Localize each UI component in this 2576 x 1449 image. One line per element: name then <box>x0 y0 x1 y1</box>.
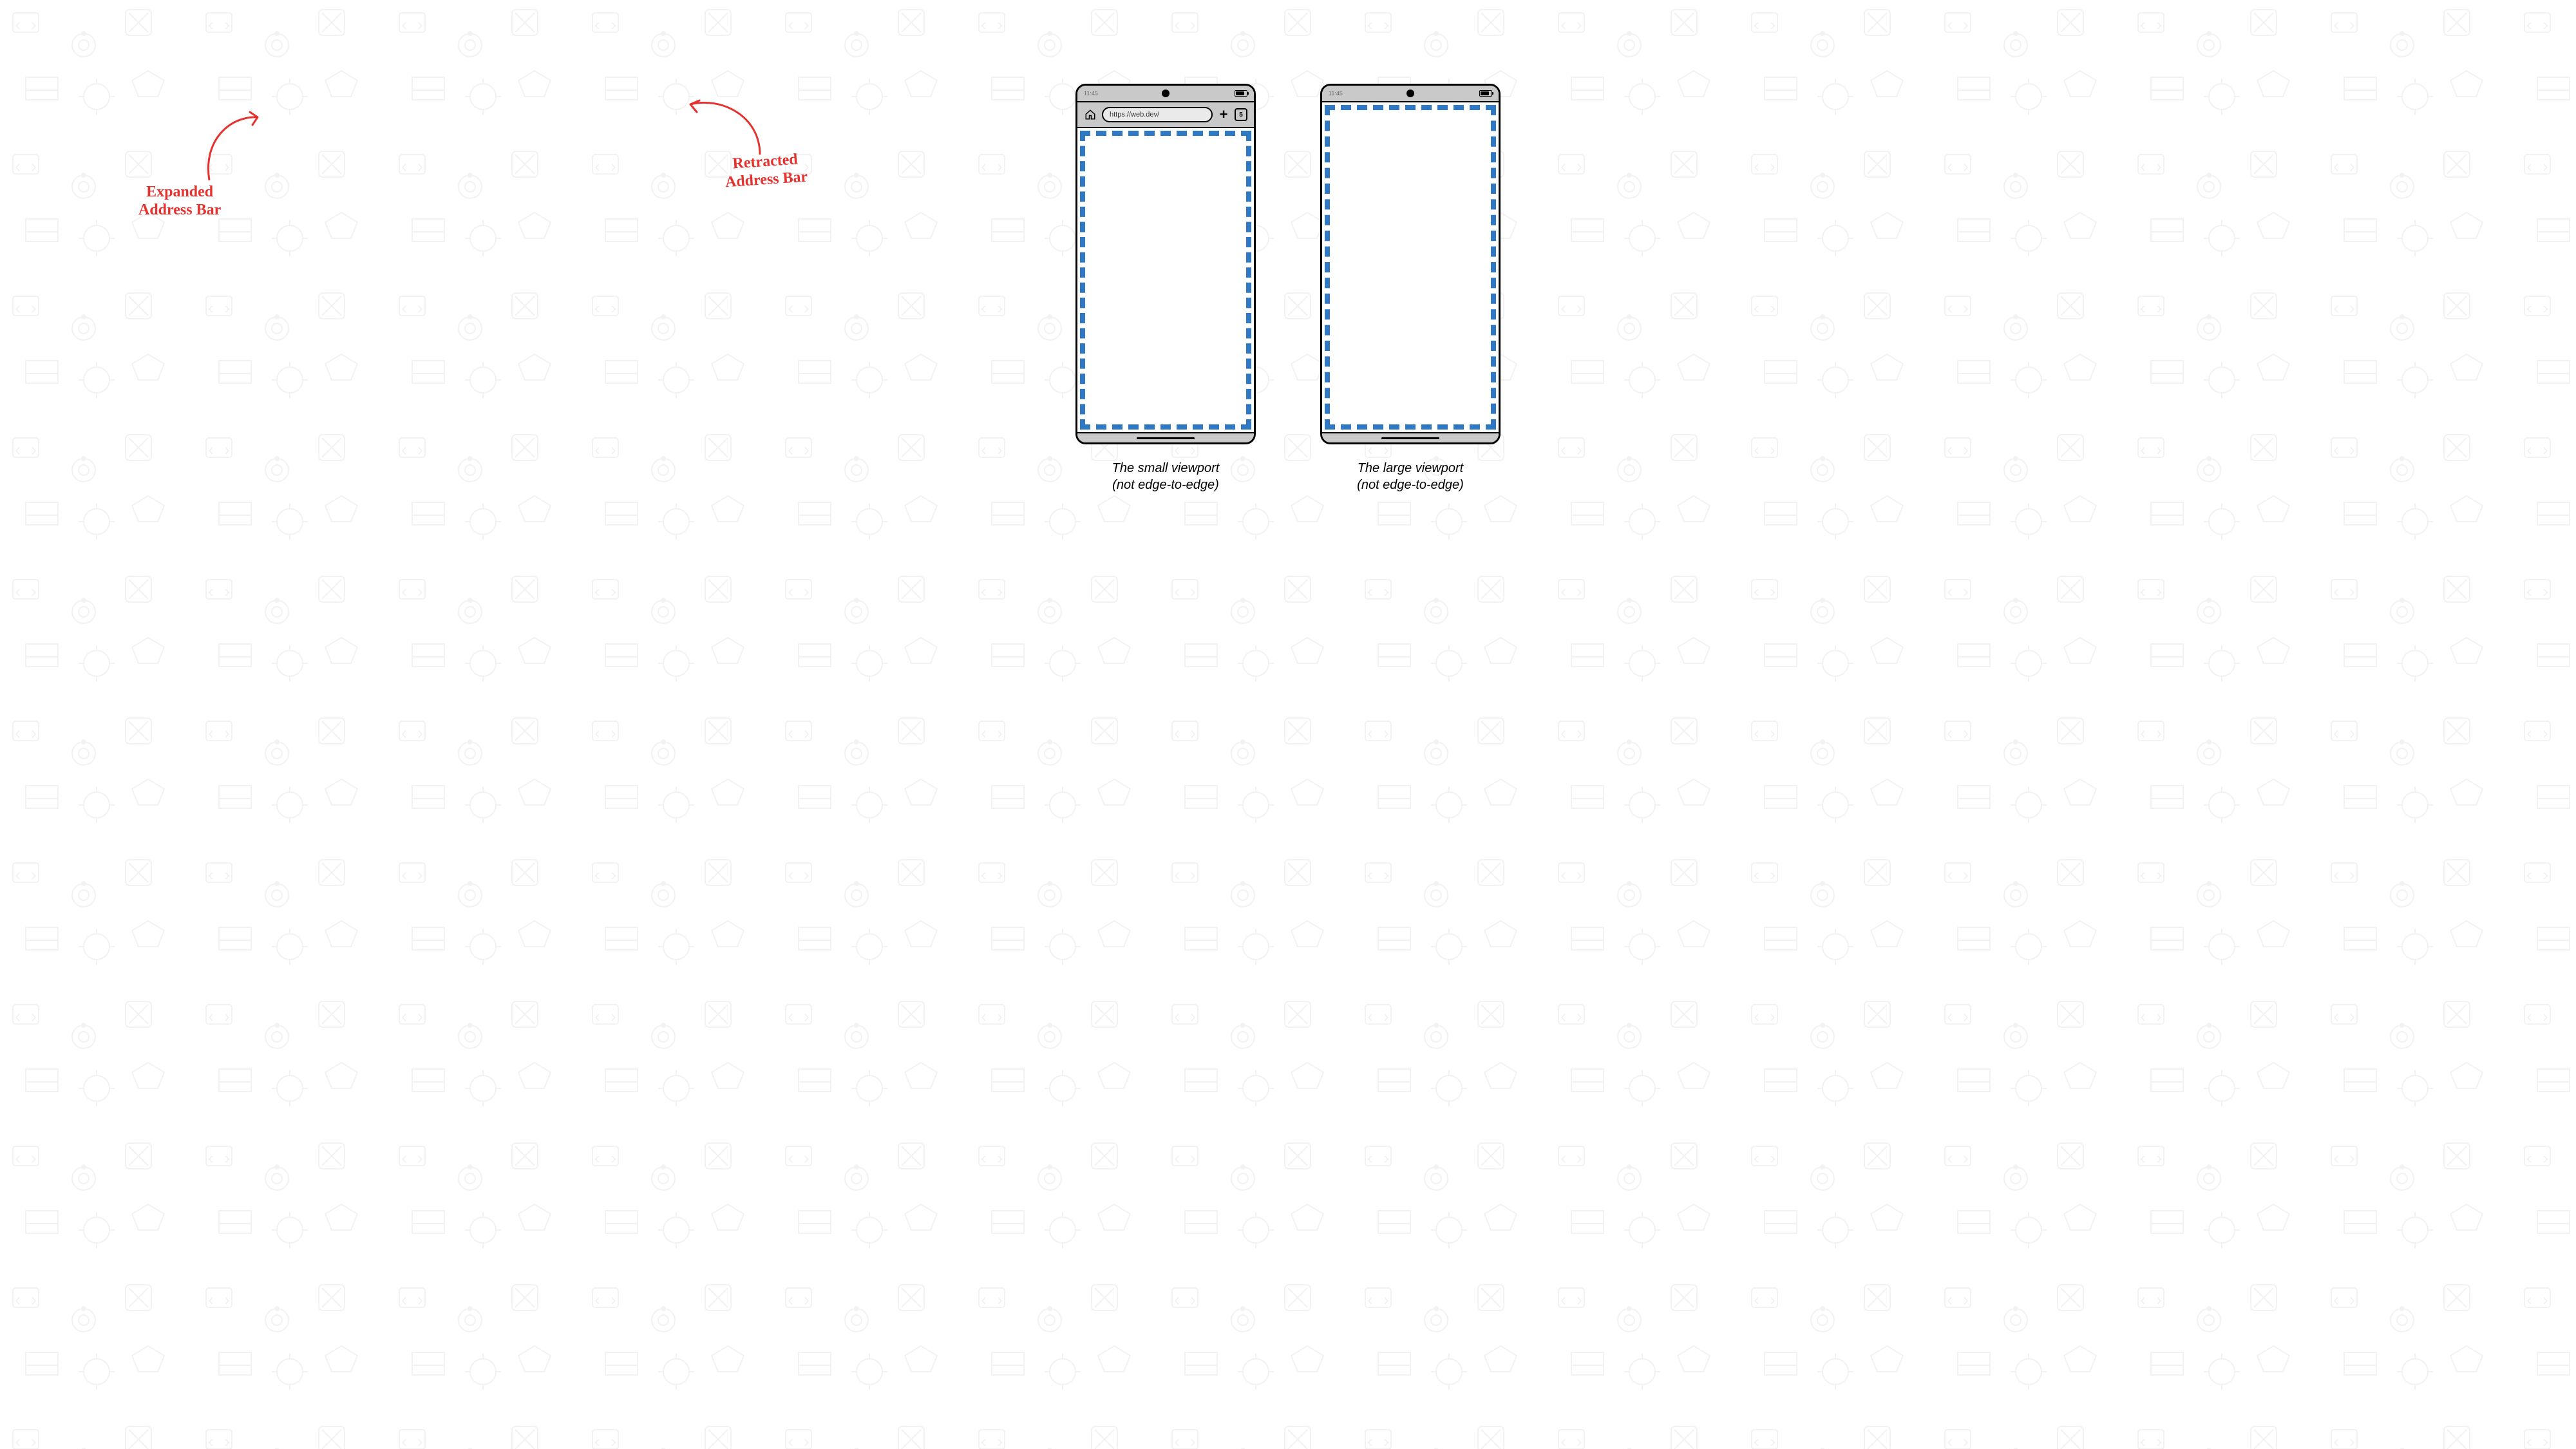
home-icon[interactable] <box>1084 108 1097 121</box>
status-time: 11:45 <box>1329 90 1343 97</box>
caption-large-viewport: The large viewport(not edge-to-edge) <box>1357 460 1464 493</box>
left-column: 11:45 https://web.dev/ + 5 Th <box>1075 84 1256 493</box>
viewport-large <box>1322 102 1499 432</box>
new-tab-icon[interactable]: + <box>1218 108 1229 122</box>
status-bar: 11:45 <box>1322 86 1499 102</box>
gesture-bar <box>1077 432 1254 442</box>
annotation-expanded: ExpandedAddress Bar <box>138 184 221 219</box>
url-field[interactable]: https://web.dev/ <box>1102 107 1213 122</box>
annotation-retracted: RetractedAddress Bar <box>723 151 808 192</box>
tab-count-value: 5 <box>1239 111 1243 118</box>
camera-icon <box>1406 90 1414 97</box>
tab-count-button[interactable]: 5 <box>1235 108 1247 121</box>
viewport-dashed-outline <box>1080 131 1251 430</box>
phone-small-viewport: 11:45 https://web.dev/ + 5 <box>1075 84 1256 444</box>
status-time: 11:45 <box>1084 90 1098 97</box>
battery-icon <box>1235 90 1247 97</box>
camera-icon <box>1162 90 1170 97</box>
viewport-dashed-outline <box>1325 105 1496 430</box>
status-bar: 11:45 <box>1077 86 1254 102</box>
battery-icon <box>1479 90 1492 97</box>
url-text: https://web.dev/ <box>1110 111 1159 118</box>
right-column: 11:45 The large viewport(not edge-to-edg… <box>1320 84 1501 493</box>
phone-large-viewport: 11:45 <box>1320 84 1501 444</box>
diagram-stage: 11:45 https://web.dev/ + 5 Th <box>0 0 2576 1449</box>
viewport-small <box>1077 128 1254 432</box>
caption-small-viewport: The small viewport(not edge-to-edge) <box>1112 460 1220 493</box>
gesture-bar <box>1322 432 1499 442</box>
address-bar-expanded: https://web.dev/ + 5 <box>1077 102 1254 128</box>
